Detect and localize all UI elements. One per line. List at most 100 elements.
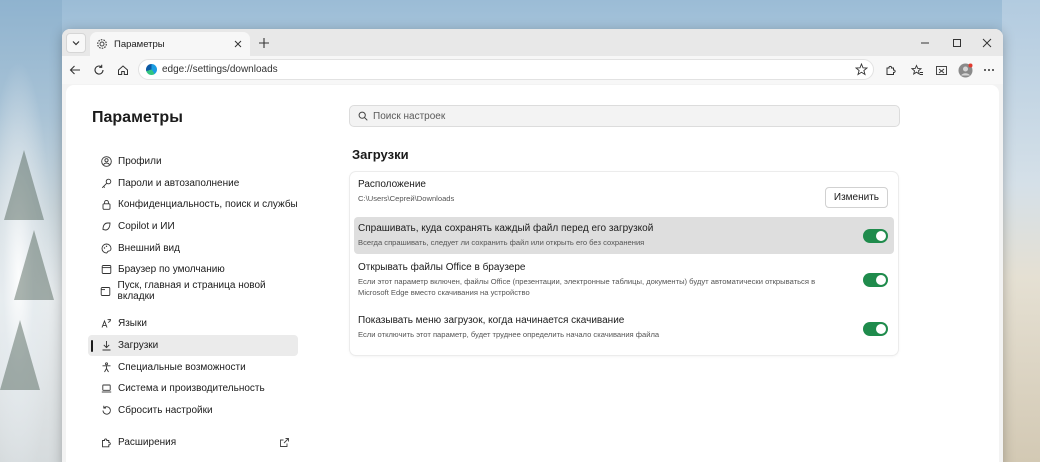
setting-label: Спрашивать, куда сохранять каждый файл п… [358, 223, 654, 234]
languages-icon [100, 318, 112, 330]
wallpaper-tree [0, 320, 40, 390]
sidebar-item-label: Пароли и автозаполнение [118, 177, 240, 189]
refresh-icon [94, 64, 104, 75]
settings-search[interactable] [349, 105, 900, 127]
reset-icon [100, 404, 112, 416]
collections-icon [935, 65, 947, 75]
setting-row-ask-where[interactable]: Спрашивать, куда сохранять каждый файл п… [354, 217, 894, 254]
gear-icon [96, 38, 108, 50]
wallpaper-tree [14, 230, 54, 300]
sidebar-item-label: Конфиденциальность, поиск и службы [118, 199, 298, 211]
minimize-icon [921, 42, 929, 43]
setting-label: Показывать меню загрузок, когда начинает… [358, 315, 625, 326]
collections-button[interactable] [932, 61, 950, 79]
sidebar-item-label: Загрузки [118, 340, 159, 352]
setting-row-office-files[interactable]: Открывать файлы Office в браузере Если э… [354, 262, 894, 310]
sidebar-item-profiles[interactable]: Профили [88, 151, 298, 173]
tab-strip: Параметры [62, 29, 1003, 56]
plus-icon [259, 38, 269, 48]
home-icon [118, 65, 128, 75]
setting-label: Открывать файлы Office в браузере [358, 262, 526, 273]
sidebar-item-label: Copilot и ИИ [118, 221, 175, 233]
sidebar-item-label: Система и производительность [118, 383, 265, 395]
close-window-button[interactable] [972, 29, 1002, 56]
sidebar-item-extensions[interactable]: Расширения [88, 432, 298, 454]
tab-title: Параметры [114, 38, 165, 50]
office-files-toggle[interactable] [863, 273, 888, 287]
sidebar-item-system[interactable]: Система и производительность [88, 378, 298, 400]
sidebar-item-appearance[interactable]: Внешний вид [88, 237, 298, 259]
sidebar-item-label: Пуск, главная и страница новой вкладки [117, 280, 266, 303]
sidebar-item-reset[interactable]: Сбросить настройки [88, 400, 298, 422]
sidebar-item-downloads[interactable]: Загрузки [88, 334, 298, 357]
downloads-menu-toggle[interactable] [863, 322, 888, 336]
sidebar-item-label: Расширения [118, 437, 177, 449]
sidebar-item-label: Языки [118, 318, 147, 330]
profile-icon [100, 156, 112, 168]
setting-description: Всегда спрашивать, следует ли сохранить … [358, 238, 645, 247]
minimize-button[interactable] [910, 29, 940, 56]
star-icon [854, 62, 869, 76]
browser-window: Параметры edge://settings/downloads Пара… [62, 29, 1003, 462]
tab-actions-button[interactable] [66, 33, 86, 53]
location-row: Расположение C:\Users\Сергей\Downloads И… [354, 179, 894, 215]
extensions-button[interactable] [882, 61, 900, 79]
download-icon [100, 340, 112, 352]
sidebar-item-label: Внешний вид [118, 242, 180, 254]
avatar [958, 63, 972, 77]
desktop-wallpaper-left [0, 0, 62, 462]
sidebar-item-privacy[interactable]: Конфиденциальность, поиск и службы [88, 194, 298, 216]
key-icon [100, 177, 112, 189]
search-input[interactable] [373, 110, 899, 122]
palette-icon [100, 242, 112, 254]
laptop-icon [100, 383, 112, 395]
tab-settings[interactable]: Параметры [90, 32, 250, 56]
refresh-button[interactable] [90, 61, 108, 79]
settings-page: Параметры Профили Пароли и автозаполнени… [66, 85, 999, 462]
setting-description: Если этот параметр включен, файлы Office… [358, 277, 816, 297]
sidebar-item-label: Браузер по умолчанию [118, 264, 225, 276]
chevron-down-icon [72, 41, 80, 46]
close-tab-button[interactable] [232, 38, 244, 50]
sidebar-item-default-browser[interactable]: Браузер по умолчанию [88, 259, 298, 281]
close-icon [234, 40, 242, 48]
home-button[interactable] [114, 61, 132, 79]
sidebar-item-passwords[interactable]: Пароли и автозаполнение [88, 173, 298, 195]
setting-description: Если отключить этот параметр, будет труд… [358, 330, 660, 339]
puzzle-icon [886, 65, 896, 75]
sidebar-item-languages[interactable]: Языки [88, 313, 298, 335]
copilot-icon [100, 221, 112, 233]
address-bar[interactable]: edge://settings/downloads [138, 59, 874, 80]
sidebar-item-label: Сбросить настройки [118, 404, 213, 416]
sidebar-item-copilot[interactable]: Copilot и ИИ [88, 216, 298, 238]
favorites-button[interactable] [908, 61, 926, 79]
sidebar-item-accessibility[interactable]: Специальные возможности [88, 356, 298, 378]
sidebar-item-start-home-newtab[interactable]: Пуск, главная и страница новой вкладки [88, 280, 298, 303]
favorite-button[interactable] [854, 62, 869, 79]
more-icon [984, 69, 994, 71]
maximize-button[interactable] [942, 29, 972, 56]
browser-icon [100, 264, 112, 276]
setting-row-downloads-menu[interactable]: Показывать меню загрузок, когда начинает… [354, 315, 894, 351]
new-tab-button[interactable] [255, 34, 273, 52]
location-label: Расположение [358, 179, 426, 190]
lock-icon [100, 199, 112, 211]
change-location-button[interactable]: Изменить [824, 187, 888, 208]
ask-where-toggle[interactable] [863, 229, 888, 243]
menu-button[interactable] [980, 61, 998, 79]
location-path: C:\Users\Сергей\Downloads [358, 194, 455, 203]
sidebar-item-label: Специальные возможности [118, 361, 246, 373]
page-title: Параметры [92, 109, 183, 126]
newtab-icon [100, 285, 112, 297]
desktop-wallpaper-right [1002, 0, 1040, 462]
favorites-icon [910, 63, 923, 75]
accessibility-icon [100, 361, 112, 373]
section-title: Загрузки [352, 147, 409, 162]
back-button[interactable] [66, 61, 84, 79]
maximize-icon [953, 38, 961, 47]
downloads-settings-card: Расположение C:\Users\Сергей\Downloads И… [350, 172, 898, 355]
search-icon [358, 111, 368, 121]
profile-button[interactable] [956, 61, 974, 79]
sidebar-item-label: Профили [118, 156, 162, 168]
wallpaper-tree [4, 150, 44, 220]
